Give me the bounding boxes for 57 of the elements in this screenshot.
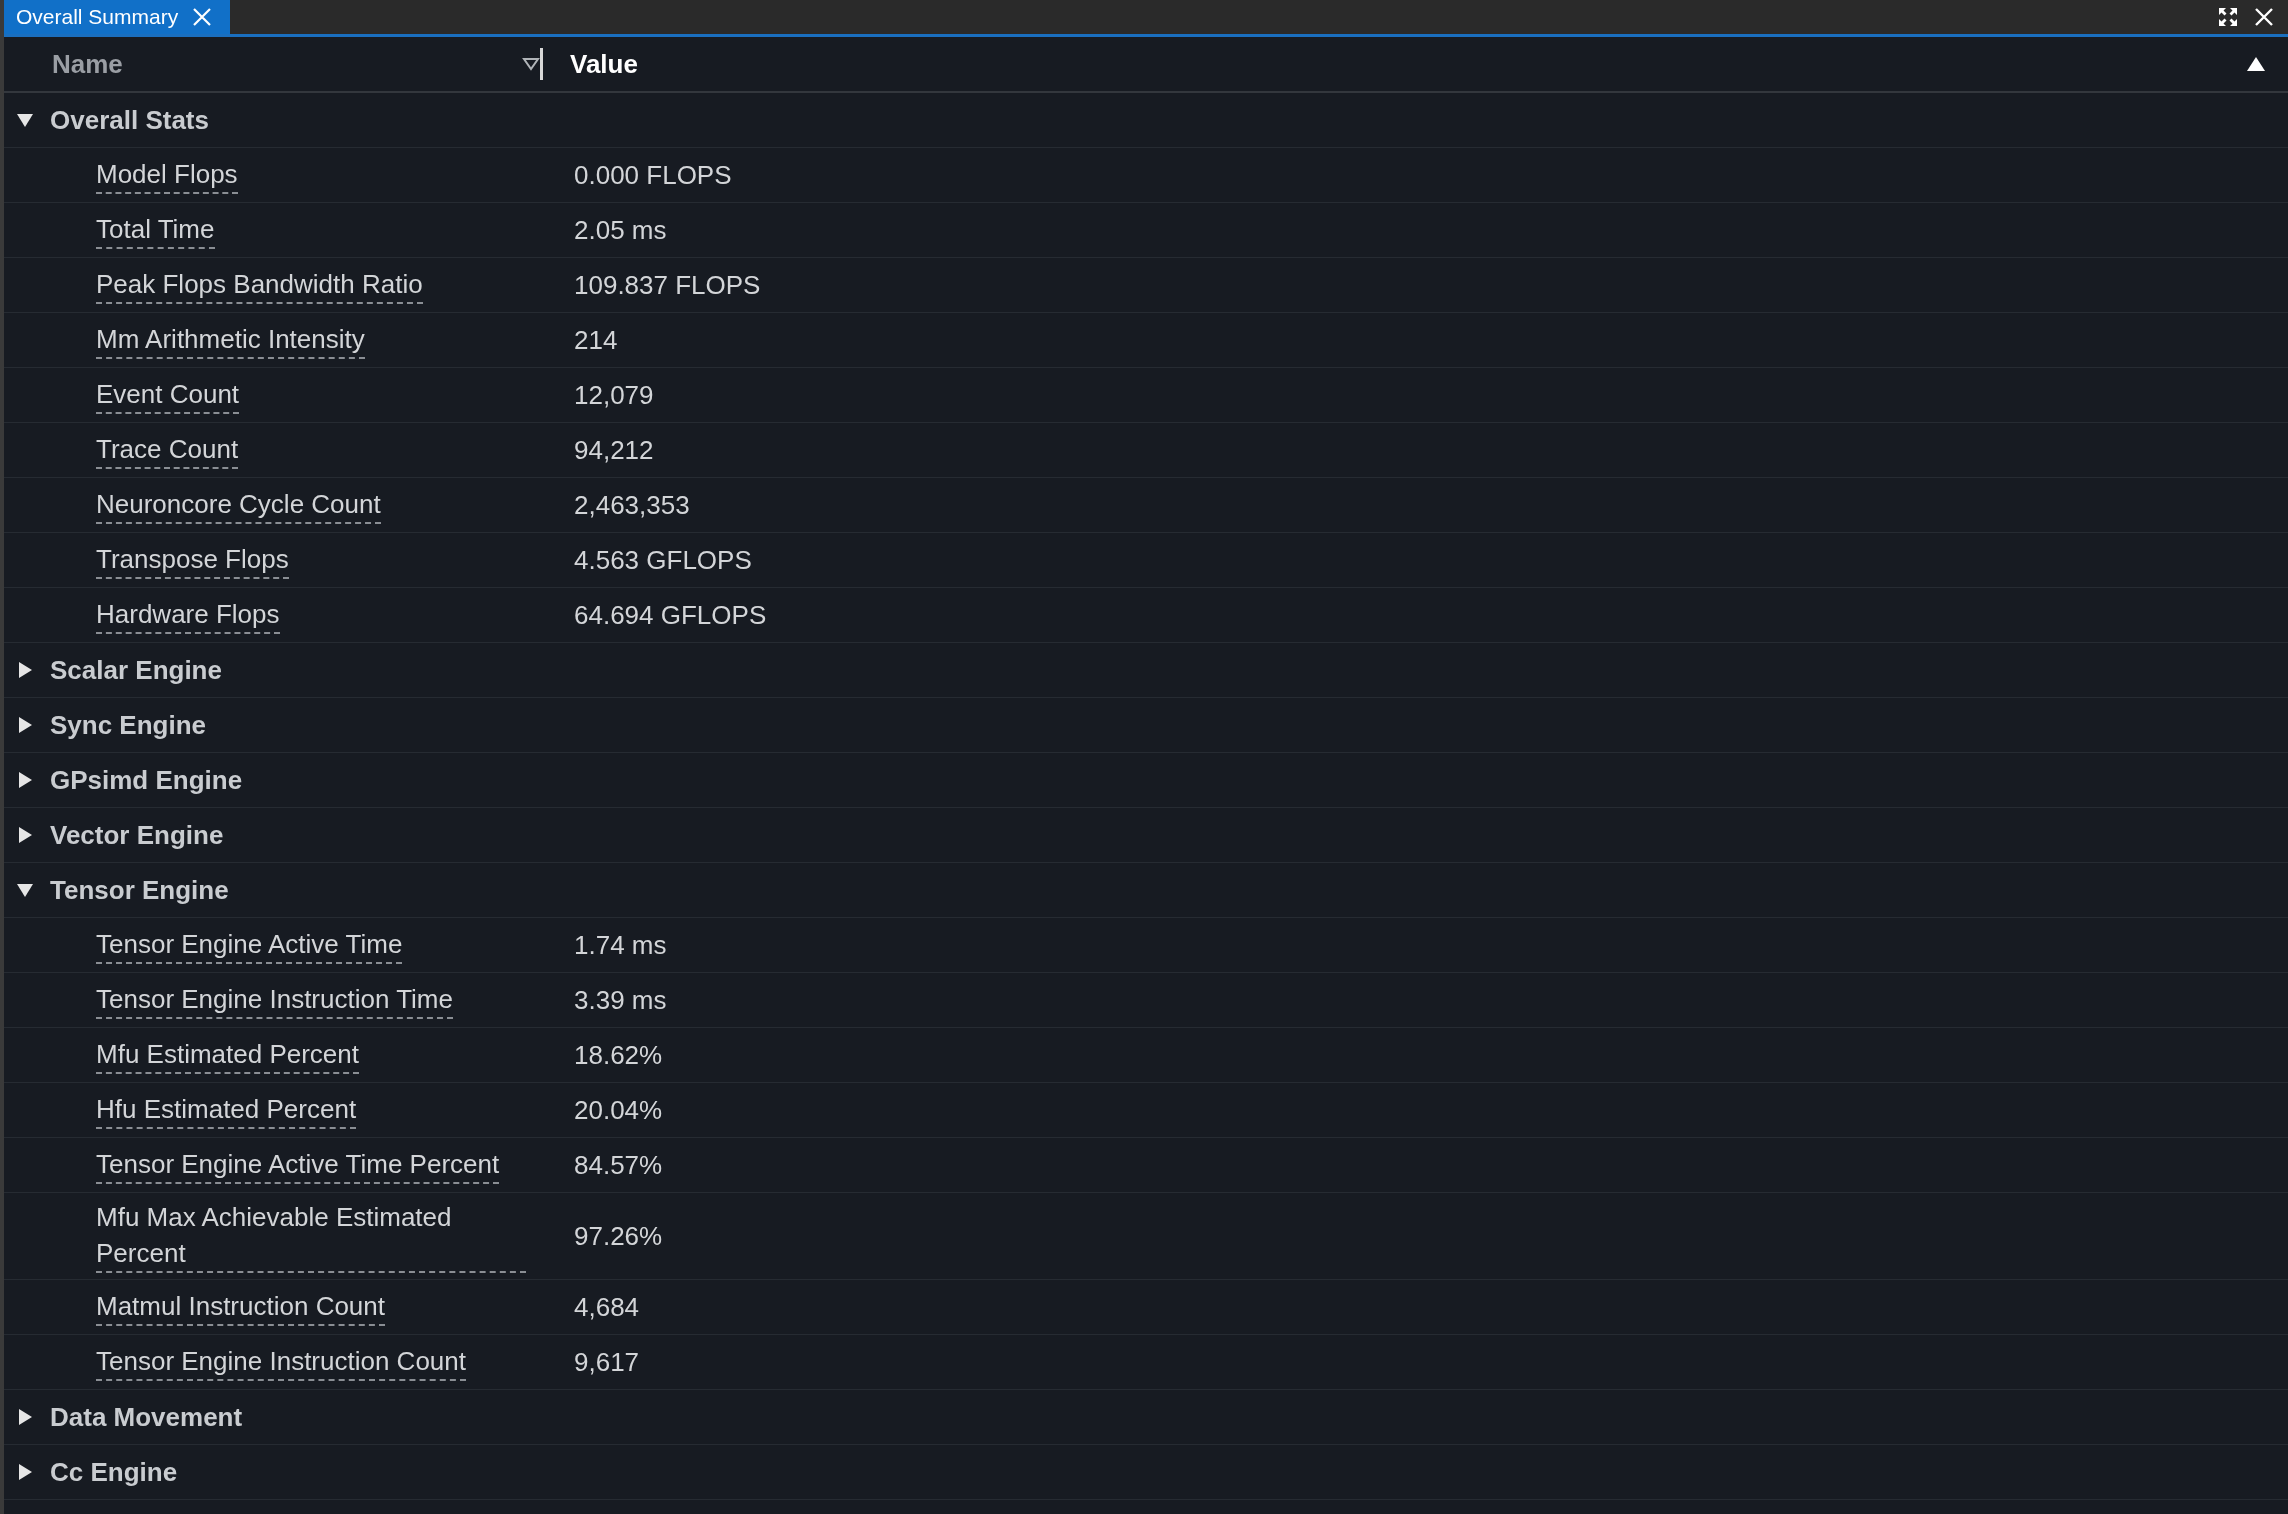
metric-value: 20.04%	[574, 1094, 663, 1126]
metric-value: 1.74 ms	[574, 929, 667, 961]
collapse-caret-icon[interactable]	[16, 111, 34, 129]
metric-name: Peak Flops Bandwidth Ratio	[96, 266, 423, 304]
expand-caret-icon[interactable]	[16, 716, 34, 734]
column-header[interactable]: Value	[570, 48, 638, 80]
sort-ascending-icon[interactable]	[2246, 56, 2266, 72]
maximize-icon[interactable]	[2218, 7, 2238, 27]
metric-value: 84.57%	[574, 1149, 663, 1181]
group-label: GPsimd Engine	[50, 764, 243, 796]
metric-name: Tensor Engine Instruction Count	[96, 1343, 466, 1381]
metric-name: Matmul Instruction Count	[96, 1288, 385, 1326]
group-label: Vector Engine	[50, 819, 224, 851]
metric-value: 109.837 FLOPS	[574, 269, 761, 301]
metric-name: Tensor Engine Active Time	[96, 926, 403, 964]
group-label: Overall Stats	[50, 104, 209, 136]
expand-caret-icon[interactable]	[16, 826, 34, 844]
metric-value: 2.05 ms	[574, 214, 667, 246]
metric-value: 4.563 GFLOPS	[574, 544, 752, 576]
close-icon[interactable]	[2254, 7, 2274, 27]
collapse-caret-icon[interactable]	[16, 881, 34, 899]
metric-value: 2,463,353	[574, 489, 690, 521]
metric-value: 3.39 ms	[574, 984, 667, 1016]
metric-value: 0.000 FLOPS	[574, 159, 732, 191]
metric-value: 94,212	[574, 434, 654, 466]
metric-name: Mm Arithmetic Intensity	[96, 321, 365, 359]
metric-name: Transpose Flops	[96, 541, 289, 579]
metric-value: 97.26%	[574, 1220, 663, 1252]
metric-value: 214	[574, 324, 618, 356]
tab[interactable]: Overall Summary	[4, 0, 231, 34]
group-label: Sync Engine	[50, 709, 207, 741]
group-label: Tensor Engine	[50, 874, 229, 906]
group-label: Data Movement	[50, 1401, 243, 1433]
expand-caret-icon[interactable]	[16, 771, 34, 789]
metric-value: 9,617	[574, 1346, 640, 1378]
expand-caret-icon[interactable]	[16, 1408, 34, 1426]
metric-name: Hardware Flops	[96, 596, 280, 634]
metric-name: Trace Count	[96, 431, 239, 469]
metric-value: 12,079	[574, 379, 654, 411]
metric-name: Tensor Engine Active Time Percent	[96, 1146, 500, 1184]
group-label: Cc Engine	[50, 1456, 178, 1488]
metric-value: 4,684	[574, 1291, 640, 1323]
filter-triangle-icon[interactable]	[522, 57, 540, 71]
expand-caret-icon[interactable]	[16, 1463, 34, 1481]
metric-name: Mfu Max Achievable Estimated Percent	[96, 1199, 526, 1273]
metric-name: Hfu Estimated Percent	[96, 1091, 357, 1129]
group-label: Scalar Engine	[50, 654, 222, 686]
metric-name: Total Time	[96, 211, 215, 249]
metric-name: Model Flops	[96, 156, 238, 194]
metric-name: Mfu Estimated Percent	[96, 1036, 359, 1074]
metric-value: 18.62%	[574, 1039, 663, 1071]
metric-value: 64.694 GFLOPS	[574, 599, 767, 631]
metric-name: Tensor Engine Instruction Time	[96, 981, 453, 1019]
metric-name: Neuroncore Cycle Count	[96, 486, 381, 524]
expand-caret-icon[interactable]	[16, 661, 34, 679]
column-header[interactable]: Name	[52, 48, 123, 80]
metric-name: Event Count	[96, 376, 240, 414]
